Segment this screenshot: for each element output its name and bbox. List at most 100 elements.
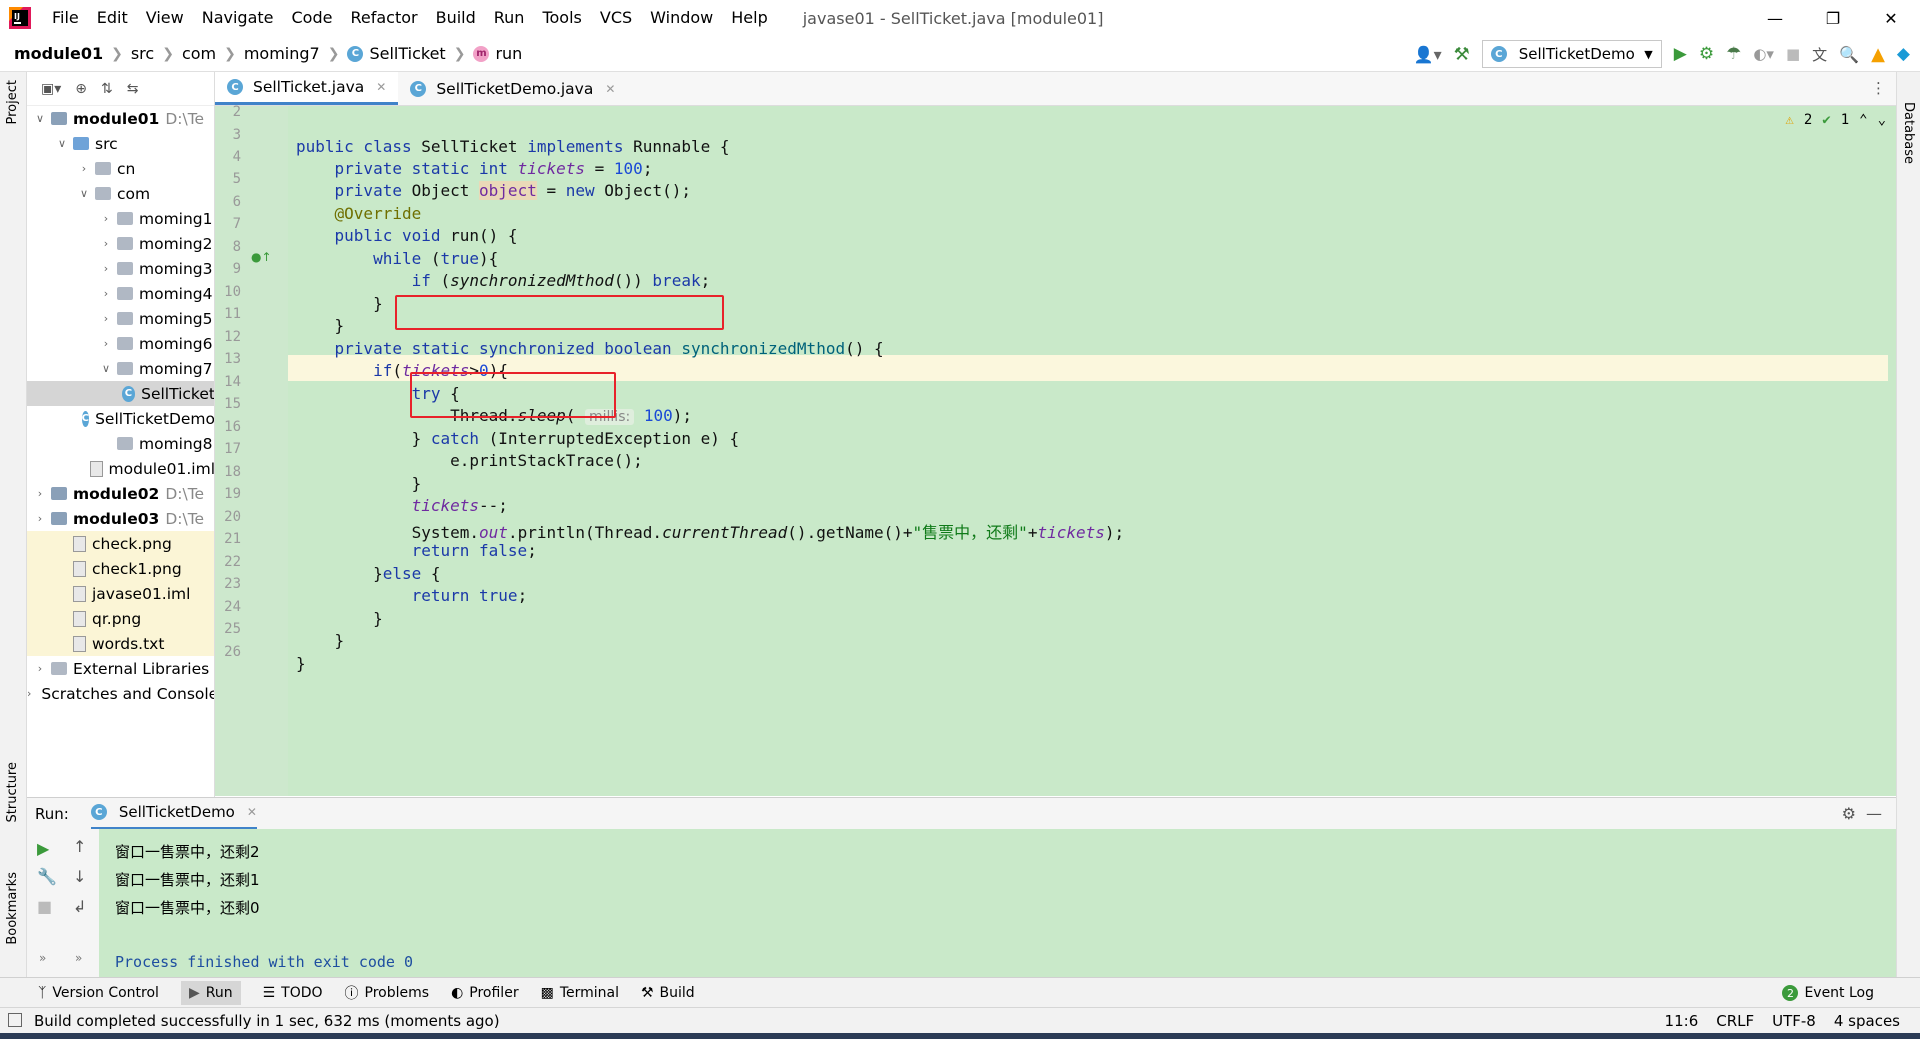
minimize-panel-icon[interactable]: — [1866, 804, 1882, 823]
collapse-all-icon[interactable]: ⇆ [127, 81, 139, 97]
chevron-down-icon[interactable]: ⌄ [1878, 112, 1886, 128]
tree-item[interactable]: ∨ module01 D:\Te [27, 106, 214, 131]
menu-item-vcs[interactable]: VCS [591, 0, 641, 36]
code-editor[interactable]: public class SellTicket implements Runna… [288, 106, 1896, 796]
tab-sellticket[interactable]: C SellTicket.java ✕ [215, 72, 399, 105]
menu-item-file[interactable]: File [43, 0, 88, 36]
tree-item[interactable]: C SellTicketDemo [27, 406, 214, 431]
more-icon[interactable]: » [39, 951, 46, 965]
tree-item[interactable]: › moming6 [27, 331, 214, 356]
expand-all-icon[interactable]: ⇅ [101, 81, 113, 97]
chevron-right-icon[interactable]: › [33, 512, 47, 525]
structure-tool-tab[interactable]: Structure [5, 762, 20, 822]
menu-item-edit[interactable]: Edit [88, 0, 137, 36]
project-tool-tab[interactable]: Project [5, 80, 20, 124]
breadcrumb-src[interactable]: src [131, 44, 154, 63]
chevron-up-icon[interactable]: ⌃ [1859, 112, 1867, 128]
chevron-right-icon[interactable]: › [99, 287, 113, 300]
run-icon[interactable]: ▶ [1674, 44, 1687, 64]
chevron-right-icon[interactable]: › [99, 337, 113, 350]
breadcrumb-com[interactable]: com [182, 44, 216, 63]
tree-item[interactable]: › moming1 [27, 206, 214, 231]
tab-sellticketdemo[interactable]: C SellTicketDemo.java ✕ [398, 72, 627, 105]
tree-item[interactable]: module01.iml [27, 456, 214, 481]
close-tab-icon[interactable]: ✕ [247, 805, 257, 819]
coverage-icon[interactable]: ☂ [1726, 44, 1741, 64]
minimize-icon[interactable]: — [1746, 0, 1804, 36]
translate-icon[interactable]: 文 [1812, 44, 1827, 65]
menu-item-run[interactable]: Run [485, 0, 534, 36]
event-log[interactable]: 2 Event Log [1782, 978, 1874, 1008]
breadcrumb-package[interactable]: moming7 [244, 44, 320, 63]
menu-item-build[interactable]: Build [427, 0, 485, 36]
tree-item[interactable]: › External Libraries [27, 656, 214, 681]
menu-item-refactor[interactable]: Refactor [341, 0, 426, 36]
scroll-down-icon[interactable]: ↓ [73, 867, 86, 886]
close-tab-icon[interactable]: ✕ [605, 82, 615, 96]
tab-profiler[interactable]: ◐ Profiler [451, 985, 519, 1001]
chevron-right-icon[interactable]: › [99, 237, 113, 250]
menu-item-code[interactable]: Code [283, 0, 342, 36]
chevron-right-icon[interactable]: › [99, 312, 113, 325]
menu-item-view[interactable]: View [137, 0, 193, 36]
menu-item-navigate[interactable]: Navigate [193, 0, 283, 36]
stop-icon[interactable]: ■ [1786, 45, 1800, 63]
build-hammer-icon[interactable]: ⚒ [1454, 44, 1470, 65]
tree-item[interactable]: words.txt [27, 631, 214, 656]
line-separator[interactable]: CRLF [1716, 1012, 1754, 1030]
close-tab-icon[interactable]: ✕ [376, 80, 386, 94]
override-marker-icon[interactable]: ●↑ [251, 250, 272, 264]
tree-item[interactable]: javase01.iml [27, 581, 214, 606]
chevron-right-icon[interactable]: › [33, 662, 47, 675]
breadcrumb-method[interactable]: m run [473, 44, 522, 63]
chevron-right-icon[interactable]: › [27, 687, 31, 700]
tree-item[interactable]: › moming4 [27, 281, 214, 306]
close-icon[interactable]: ✕ [1862, 0, 1920, 36]
database-tool-tab[interactable]: Database [1901, 102, 1916, 164]
tree-item[interactable]: ∨ moming7 [27, 356, 214, 381]
update-icon[interactable]: ▲ [1871, 44, 1885, 65]
menu-item-help[interactable]: Help [722, 0, 776, 36]
rerun-icon[interactable]: ▶ [37, 839, 49, 858]
inspection-widget[interactable]: ⚠ 2 ✔ 1 ⌃ ⌄ [1785, 112, 1886, 128]
tree-item[interactable]: › module02 D:\Te [27, 481, 214, 506]
search-icon[interactable]: 🔍 [1839, 45, 1859, 64]
tree-item[interactable]: check1.png [27, 556, 214, 581]
file-encoding[interactable]: UTF-8 [1772, 1012, 1816, 1030]
menu-item-window[interactable]: Window [641, 0, 722, 36]
run-config-select[interactable]: C SellTicketDemo ▼ [1481, 40, 1662, 68]
tree-item[interactable]: ∨ com [27, 181, 214, 206]
run-tab[interactable]: C SellTicketDemo ✕ [90, 798, 257, 830]
chevron-right-icon[interactable]: › [33, 487, 47, 500]
status-panel-icon[interactable] [8, 1013, 22, 1027]
tree-item[interactable]: ∨ src [27, 131, 214, 156]
wrench-icon[interactable]: 🔧 [37, 867, 57, 886]
chevron-down-icon[interactable]: ∨ [55, 137, 69, 150]
debug-icon[interactable]: ⚙ [1699, 44, 1714, 64]
breadcrumb-class[interactable]: C SellTicket [347, 44, 446, 63]
soft-wrap-icon[interactable]: ↲ [73, 897, 86, 916]
user-icon[interactable]: 👤▾ [1414, 45, 1442, 64]
tab-problems[interactable]: ⓘ Problems [345, 983, 430, 1003]
tree-item[interactable]: qr.png [27, 606, 214, 631]
tree-item[interactable]: › module03 D:\Te [27, 506, 214, 531]
tree-item[interactable]: › moming5 [27, 306, 214, 331]
tree-item[interactable]: › moming2 [27, 231, 214, 256]
breadcrumb-module[interactable]: module01 [14, 44, 103, 63]
tree-item[interactable]: › moming3 [27, 256, 214, 281]
tree-item[interactable]: › cn [27, 156, 214, 181]
chevron-right-icon[interactable]: › [99, 262, 113, 275]
plugin-logo-icon[interactable]: ◆ [1897, 44, 1910, 64]
scroll-up-icon[interactable]: ↑ [73, 837, 86, 856]
chevron-down-icon[interactable]: ∨ [77, 187, 91, 200]
chevron-right-icon[interactable]: › [77, 162, 91, 175]
tree-item[interactable]: check.png [27, 531, 214, 556]
gear-icon[interactable]: ⚙ [1842, 804, 1856, 823]
chevron-down-icon[interactable]: ∨ [33, 112, 47, 125]
menu-item-tools[interactable]: Tools [533, 0, 590, 36]
chevron-right-icon[interactable]: › [99, 212, 113, 225]
chevron-down-icon[interactable]: ∨ [99, 362, 113, 375]
tab-run[interactable]: ▶ Run [180, 980, 241, 1005]
tree-item[interactable]: moming8 [27, 431, 214, 456]
restore-icon[interactable]: ❐ [1804, 0, 1862, 36]
